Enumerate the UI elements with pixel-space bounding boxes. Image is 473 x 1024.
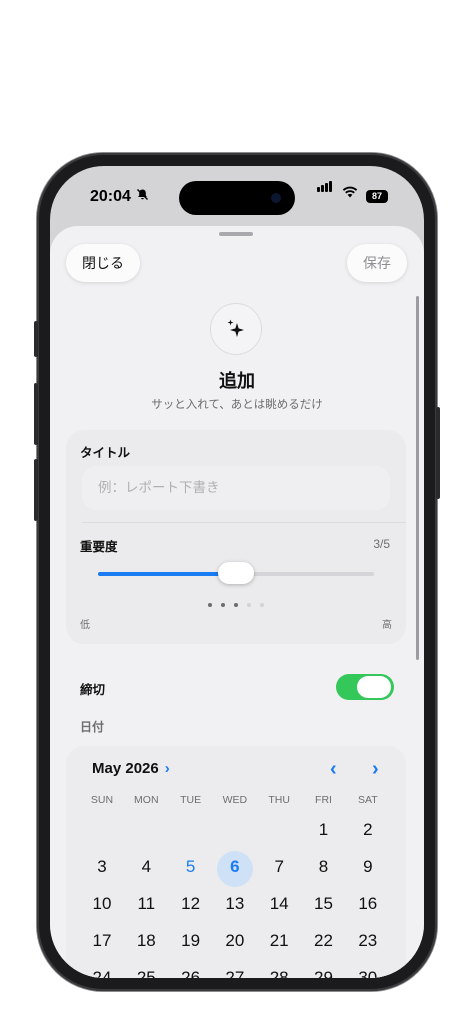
calendar-day[interactable]: 8 (302, 857, 346, 877)
save-button[interactable]: 保存 (347, 244, 407, 282)
deadline-card: 締切 日付 May 2026 › ‹ › SUN MON TUE WED THU FRI SA… (66, 660, 406, 978)
weekday-label: SUN (90, 794, 114, 806)
slider-fill (98, 572, 236, 576)
sheet-grabber[interactable] (219, 232, 253, 236)
calendar-day[interactable]: 7 (257, 857, 301, 877)
calendar-day[interactable]: 18 (124, 931, 168, 951)
calendar-day[interactable]: 20 (213, 931, 257, 951)
deadline-toggle[interactable] (336, 674, 394, 700)
calendar-day[interactable]: 26 (169, 968, 213, 978)
camera-icon (271, 193, 281, 203)
calendar-week-row: 3456789 (80, 849, 390, 887)
importance-dot (247, 603, 251, 607)
toggle-knob (357, 676, 391, 698)
sheet-title: 追加 (219, 371, 255, 391)
action-button (34, 321, 38, 357)
calendar-day[interactable]: 15 (302, 894, 346, 914)
divider (82, 522, 406, 523)
wifi-icon (342, 186, 358, 201)
month-label: May 2026 (92, 760, 159, 777)
weekday-label: WED (222, 794, 248, 806)
weekday-label: FRI (315, 794, 332, 806)
weekday-label: MON (134, 794, 159, 806)
weekday-label: TUE (180, 794, 202, 806)
importance-max-label: 高 (382, 620, 392, 631)
title-label: タイトル (80, 446, 131, 460)
scrollbar[interactable] (416, 296, 419, 660)
phone-frame: 20:04 87 閉じる 保存 追加 サッと入れて、あとは眺めるだけ タイトル … (34, 153, 440, 991)
status-time: 20:04 (90, 188, 131, 205)
importance-dots (208, 594, 273, 612)
add-sheet: 閉じる 保存 追加 サッと入れて、あとは眺めるだけ タイトル 例：レポート下書き… (50, 226, 424, 978)
calendar-day[interactable]: 21 (257, 931, 301, 951)
close-button[interactable]: 閉じる (66, 244, 140, 282)
calendar-day[interactable]: 22 (302, 931, 346, 951)
battery-indicator: 87 (366, 190, 388, 203)
status-bar: 20:04 87 (50, 166, 424, 222)
calendar-day[interactable]: 1 (302, 820, 346, 840)
calendar-day[interactable]: 19 (169, 931, 213, 951)
sheet-subtitle: サッと入れて、あとは眺めるだけ (151, 399, 323, 411)
chevron-right-icon: › (164, 760, 170, 777)
calendar-week-row: 10 11 12 13 14 15 16 (80, 886, 390, 920)
importance-dot (208, 603, 212, 607)
calendar-day[interactable]: 13 (213, 894, 257, 914)
calendar-day[interactable]: 25 (124, 968, 168, 978)
calendar-day[interactable]: 4 (124, 857, 168, 877)
calendar-day[interactable]: 2 (346, 820, 390, 840)
calendar-day[interactable]: 30 (346, 968, 390, 978)
calendar-day[interactable]: 11 (124, 894, 168, 914)
calendar-day[interactable]: 23 (346, 931, 390, 951)
sparkles-icon (210, 303, 262, 355)
calendar-week-row: 24 25 26 27 28 29 30 (80, 960, 390, 978)
volume-up-button (34, 383, 38, 445)
importance-label: 重要度 (80, 540, 118, 554)
importance-dot (260, 603, 264, 607)
calendar-day[interactable]: 9 (346, 857, 390, 877)
calendar-week-row: 17 18 19 20 21 22 23 (80, 923, 390, 957)
calendar-day[interactable]: 12 (169, 894, 213, 914)
previous-month-button[interactable]: ‹ (330, 758, 337, 781)
calendar-day[interactable]: 10 (80, 894, 124, 914)
deadline-label: 締切 (80, 683, 106, 697)
screen: 20:04 87 閉じる 保存 追加 サッと入れて、あとは眺めるだけ タイトル … (50, 166, 424, 978)
calendar-day[interactable]: 27 (213, 968, 257, 978)
importance-dot (234, 603, 238, 607)
calendar-day[interactable]: 16 (346, 894, 390, 914)
calendar-week-row: 12 (80, 812, 390, 846)
importance-slider[interactable] (98, 562, 374, 584)
date-label: 日付 (80, 720, 105, 734)
calendar-day[interactable]: 3 (80, 857, 124, 877)
calendar-day[interactable]: 29 (302, 968, 346, 978)
weekday-label: SAT (357, 794, 378, 806)
calendar-day[interactable]: 28 (257, 968, 301, 978)
dynamic-island (179, 181, 295, 215)
calendar-day[interactable]: 6 (213, 857, 257, 877)
weekday-label: THU (268, 794, 290, 806)
importance-dot (221, 603, 225, 607)
bell-slash-icon (136, 188, 149, 204)
calendar-day[interactable]: 24 (80, 968, 124, 978)
importance-value: 3/5 (373, 537, 390, 551)
calendar-day[interactable]: 5 (169, 857, 213, 877)
calendar-day[interactable]: 17 (80, 931, 124, 951)
title-input[interactable]: 例：レポート下書き (82, 466, 390, 510)
slider-thumb[interactable] (218, 562, 254, 584)
next-month-button[interactable]: › (372, 758, 379, 781)
power-button (436, 407, 440, 499)
calendar-day[interactable]: 14 (257, 894, 301, 914)
importance-min-label: 低 (80, 620, 90, 631)
task-details-card: タイトル 例：レポート下書き 重要度 3/5 低 高 (66, 430, 406, 644)
volume-down-button (34, 459, 38, 521)
month-picker-button[interactable]: May 2026 › (92, 760, 170, 777)
calendar: May 2026 › ‹ › SUN MON TUE WED THU FRI SAT 1 2 3 4 5… (66, 746, 406, 978)
